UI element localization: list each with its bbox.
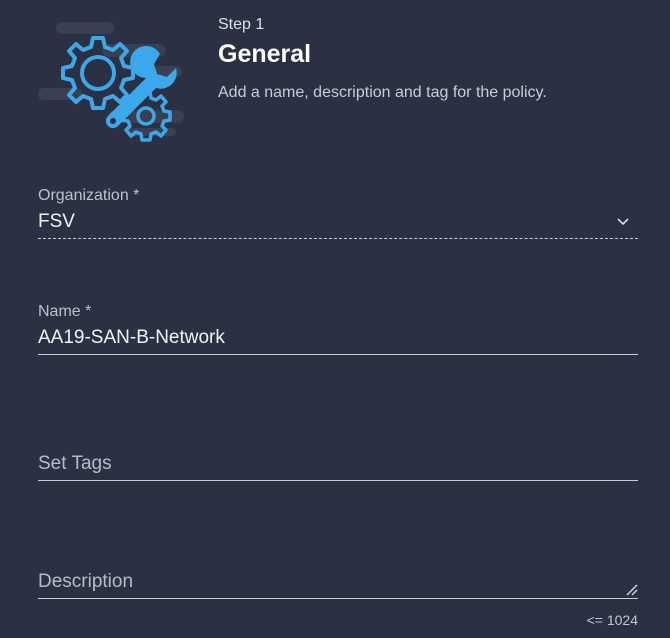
description-placeholder: Description xyxy=(38,571,134,592)
tags-input[interactable]: Set Tags xyxy=(38,448,638,480)
character-limit: <= 1024 xyxy=(586,612,638,628)
description-textarea[interactable]: Description xyxy=(38,566,638,598)
name-field: Name * AA19-SAN-B-Network xyxy=(38,302,638,355)
step-header: Step 1 General Add a name, description a… xyxy=(218,14,547,104)
gears-wrench-icon xyxy=(38,22,184,142)
organization-underline xyxy=(38,238,638,239)
tags-field: Set Tags xyxy=(38,448,638,481)
step-description: Add a name, description and tag for the … xyxy=(218,84,547,101)
organization-select[interactable]: FSV xyxy=(38,206,638,238)
page-title: General xyxy=(218,40,312,68)
chevron-down-icon[interactable] xyxy=(616,214,630,228)
tags-placeholder: Set Tags xyxy=(38,453,112,474)
description-underline xyxy=(38,598,638,599)
organization-value: FSV xyxy=(38,211,75,232)
name-input[interactable]: AA19-SAN-B-Network xyxy=(38,322,638,354)
step-label: Step 1 xyxy=(218,16,265,33)
organization-field: Organization * FSV xyxy=(38,186,638,239)
name-label: Name * xyxy=(38,303,92,320)
organization-label: Organization * xyxy=(38,187,140,204)
name-value: AA19-SAN-B-Network xyxy=(38,327,225,348)
tags-underline xyxy=(38,480,638,481)
resize-handle-icon[interactable] xyxy=(624,582,638,596)
description-field: Description xyxy=(38,566,638,599)
name-underline xyxy=(38,354,638,355)
